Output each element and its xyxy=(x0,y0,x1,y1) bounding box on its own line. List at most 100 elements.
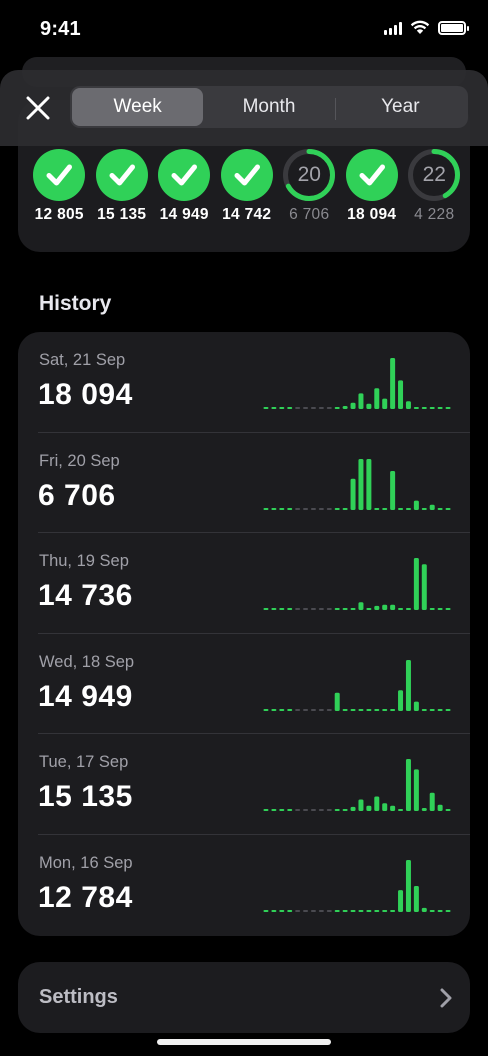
hour-bar xyxy=(366,806,372,812)
hour-bar xyxy=(350,807,356,812)
hourly-steps-chart xyxy=(263,659,451,711)
hour-bar xyxy=(437,507,443,510)
history-row[interactable]: Sat, 21 Sep 18 094 xyxy=(18,332,470,433)
close-icon xyxy=(26,96,50,120)
day-steps: 18 094 xyxy=(347,206,397,223)
history-steps: 6 706 xyxy=(38,478,116,512)
hour-bar xyxy=(437,608,443,611)
progress-ring: 22 xyxy=(407,148,461,202)
hour-bar xyxy=(429,504,435,510)
hour-bar xyxy=(382,507,388,510)
hour-bar xyxy=(342,809,348,812)
hourly-steps-chart xyxy=(263,860,451,912)
battery-icon xyxy=(438,20,469,35)
home-indicator xyxy=(157,1039,331,1045)
hour-bar xyxy=(390,604,396,611)
hour-bar xyxy=(318,507,324,510)
hour-bar xyxy=(390,806,396,812)
history-row[interactable]: Mon, 16 Sep 12 784 xyxy=(18,835,470,936)
week-day[interactable]: 18 094 xyxy=(341,148,404,224)
hour-bar xyxy=(382,708,388,711)
hour-bar xyxy=(310,608,316,611)
hour-bar xyxy=(437,805,443,812)
hour-bar xyxy=(405,860,411,912)
day-steps: 15 135 xyxy=(97,206,147,223)
history-title: History xyxy=(39,292,112,315)
hour-bar xyxy=(334,608,340,611)
hour-bar xyxy=(390,708,396,711)
hour-bar xyxy=(295,507,301,510)
day-steps: 6 706 xyxy=(289,206,330,223)
segment-month[interactable]: Month xyxy=(203,88,334,126)
hour-bar xyxy=(429,407,435,409)
segment-week[interactable]: Week xyxy=(72,88,204,126)
hour-bar xyxy=(429,708,435,711)
hour-bar xyxy=(350,910,356,912)
hour-bar xyxy=(374,796,380,812)
hour-bar xyxy=(295,910,301,912)
hour-bar xyxy=(366,403,372,409)
hour-bar xyxy=(358,458,364,510)
hour-bar xyxy=(263,407,269,409)
hour-bar xyxy=(413,500,419,510)
week-day[interactable]: 22 4 228 xyxy=(403,148,466,224)
history-row[interactable]: Thu, 19 Sep 14 736 xyxy=(18,533,470,634)
history-row[interactable]: Tue, 17 Sep 15 135 xyxy=(18,734,470,835)
goal-checkmark-icon xyxy=(95,148,149,202)
hour-bar xyxy=(421,907,427,912)
hourly-steps-chart xyxy=(263,759,451,812)
hour-bar xyxy=(398,507,404,510)
hour-bar xyxy=(318,910,324,912)
hour-bar xyxy=(326,608,332,611)
week-day[interactable]: 14 949 xyxy=(153,148,216,224)
hour-bar xyxy=(382,803,388,812)
cellular-signal-icon xyxy=(384,21,402,35)
hour-bar xyxy=(342,708,348,711)
hour-bar xyxy=(350,608,356,611)
history-steps: 18 094 xyxy=(38,378,133,411)
hour-bar xyxy=(287,407,293,409)
hour-bar xyxy=(318,608,324,611)
hour-bar xyxy=(421,407,427,409)
hour-bar xyxy=(287,708,293,711)
hour-bar xyxy=(295,708,301,711)
day-number: 20 xyxy=(297,163,321,186)
hour-bar xyxy=(350,402,356,409)
hour-bar xyxy=(382,398,388,409)
hour-bar xyxy=(334,910,340,912)
hour-bar xyxy=(279,407,285,409)
close-button[interactable] xyxy=(18,88,58,128)
day-steps: 4 228 xyxy=(414,206,455,223)
hour-bar xyxy=(429,608,435,611)
hour-bar xyxy=(437,910,443,912)
hour-bar xyxy=(287,608,293,611)
hour-bar xyxy=(445,809,451,812)
hour-bar xyxy=(303,507,309,510)
hour-bar xyxy=(334,507,340,510)
history-date: Thu, 19 Sep xyxy=(39,552,129,571)
history-row[interactable]: Wed, 18 Sep 14 949 xyxy=(18,634,470,735)
week-day[interactable]: 12 805 xyxy=(28,148,91,224)
week-day[interactable]: 15 135 xyxy=(91,148,154,224)
hourly-steps-chart xyxy=(263,558,451,611)
hour-bar xyxy=(358,602,364,611)
history-row[interactable]: Fri, 20 Sep 6 706 xyxy=(18,433,470,534)
settings-row[interactable]: Settings xyxy=(18,962,470,1033)
week-day[interactable]: 20 6 706 xyxy=(278,148,341,224)
hour-bar xyxy=(310,407,316,409)
history-card: Sat, 21 Sep 18 094 Fri, 20 Sep 6 706 Thu, 19… xyxy=(18,332,470,936)
history-steps: 15 135 xyxy=(38,780,133,814)
hour-bar xyxy=(374,507,380,510)
history-steps: 14 736 xyxy=(38,579,133,613)
hour-bar xyxy=(263,910,269,912)
hour-bar xyxy=(421,708,427,711)
week-day[interactable]: 14 742 xyxy=(216,148,279,224)
hour-bar xyxy=(390,470,396,510)
hour-bar xyxy=(405,401,411,409)
hour-bar xyxy=(310,910,316,912)
goal-checkmark-icon xyxy=(157,148,211,202)
segment-year[interactable]: Year xyxy=(334,88,466,126)
hour-bar xyxy=(326,407,332,409)
goal-checkmark-icon xyxy=(345,148,399,202)
hour-bar xyxy=(279,708,285,711)
